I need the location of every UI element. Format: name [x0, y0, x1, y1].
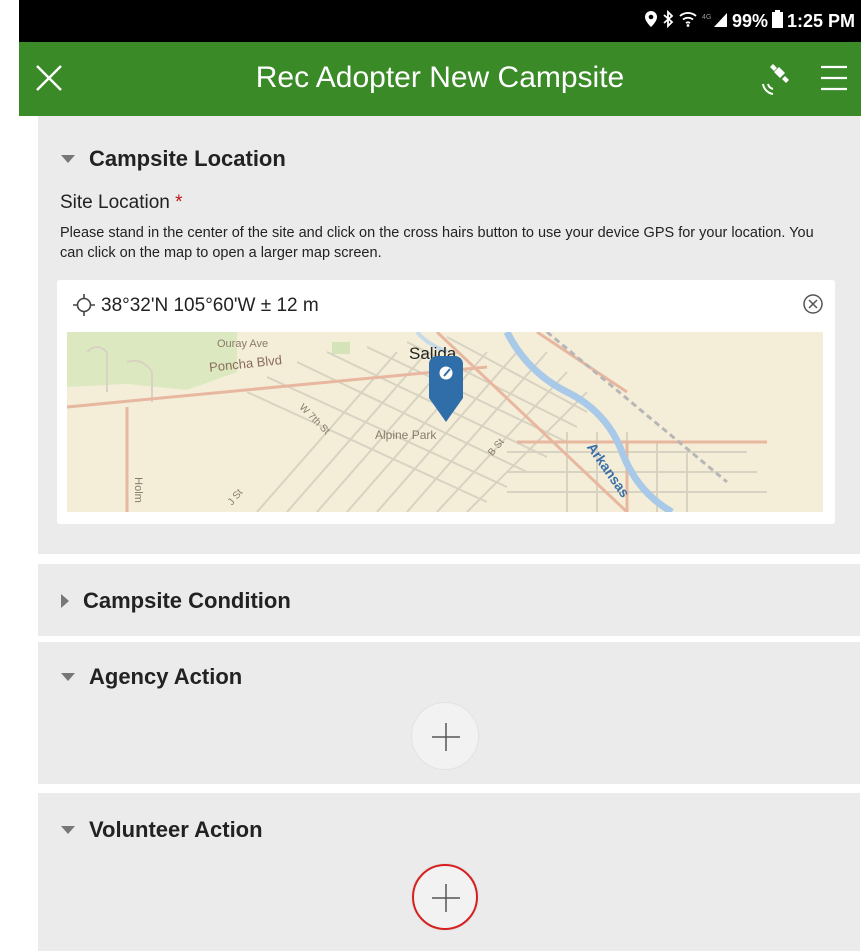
clock: 1:25 PM: [786, 11, 855, 31]
svg-text:4G: 4G: [702, 14, 711, 21]
signal-icon: 4G: [702, 10, 728, 33]
battery-icon: [771, 10, 783, 33]
map-pin-icon: [429, 356, 463, 427]
app-bar: Rec Adopter New Campsite: [19, 42, 861, 116]
required-marker: *: [175, 192, 183, 213]
hamburger-menu-icon[interactable]: [819, 64, 849, 92]
bluetooth-icon: [662, 9, 674, 33]
agency-action-header[interactable]: Agency Action: [61, 664, 242, 690]
agency-action-panel: Agency Action: [38, 642, 860, 784]
form-content: Campsite Location Site Location * Please…: [19, 116, 861, 951]
plus-icon: [432, 723, 460, 751]
agency-add-button[interactable]: [411, 702, 479, 770]
gps-satellite-icon[interactable]: [759, 58, 799, 98]
site-location-text: Site Location: [60, 192, 170, 213]
location-icon: [644, 10, 658, 33]
site-location-label: Site Location *: [60, 192, 183, 214]
volunteer-action-header[interactable]: Volunteer Action: [61, 817, 263, 843]
site-location-help-text: Please stand in the center of the site a…: [60, 225, 814, 261]
battery-percent: 99%: [731, 11, 768, 31]
volunteer-action-panel: Volunteer Action: [38, 793, 860, 951]
map-label-park: Alpine Park: [375, 428, 437, 442]
highlight-circle: [412, 864, 478, 930]
collapse-arrow-icon: [61, 673, 75, 681]
location-map[interactable]: Ouray Ave Poncha Blvd Salida Alpine Park…: [67, 332, 823, 512]
map-label-holm: Holm: [131, 477, 144, 503]
collapse-arrow-icon: [61, 826, 75, 834]
wifi-icon: [678, 10, 698, 33]
campsite-condition-panel: Campsite Condition: [38, 564, 860, 636]
location-card: 38°32'N 105°60'W ± 12 m Ouray Ave Poncha…: [57, 280, 835, 524]
coordinates-value: 38°32'N 105°60'W ± 12 m: [101, 295, 319, 316]
clear-location-icon[interactable]: [801, 292, 825, 316]
expand-arrow-icon: [61, 594, 69, 608]
section-title: Volunteer Action: [89, 817, 263, 842]
section-title: Campsite Condition: [83, 588, 291, 613]
page-title: Rec Adopter New Campsite: [255, 61, 625, 94]
campsite-condition-header[interactable]: Campsite Condition: [61, 588, 291, 614]
campsite-location-panel: Campsite Location Site Location * Please…: [38, 116, 860, 554]
collapse-arrow-icon: [61, 155, 75, 163]
status-bar: 4G 99% 1:25 PM: [19, 0, 861, 42]
section-title: Campsite Location: [89, 146, 286, 171]
section-title: Agency Action: [89, 664, 243, 689]
crosshair-icon[interactable]: [73, 294, 95, 316]
map-label-ouray: Ouray Ave: [217, 338, 269, 350]
campsite-location-header[interactable]: Campsite Location: [61, 146, 286, 172]
